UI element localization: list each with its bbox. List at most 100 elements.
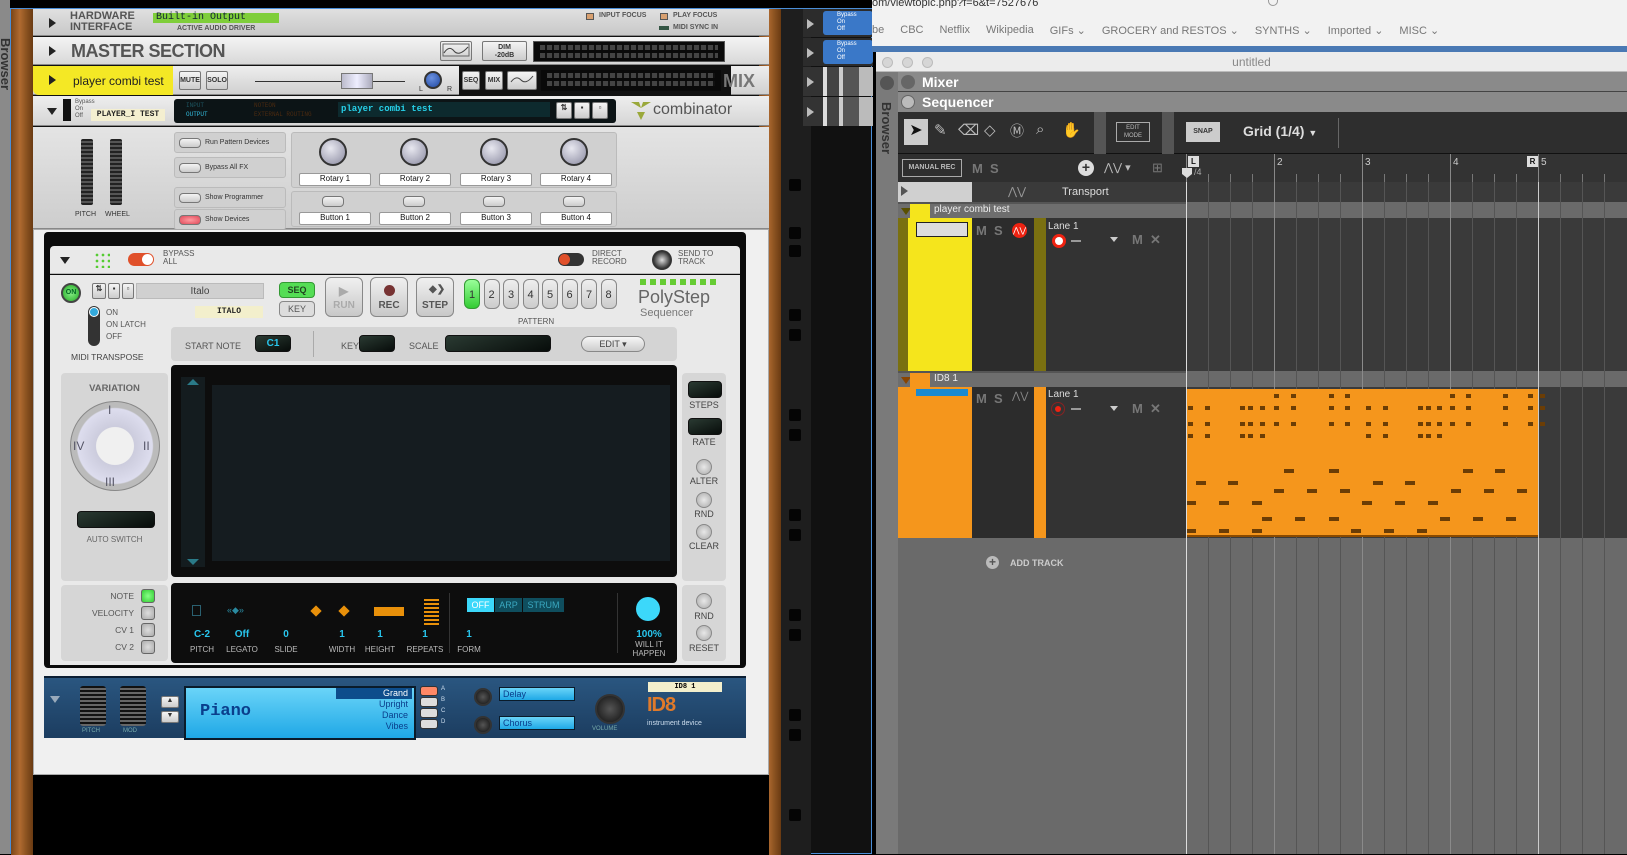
variation-iv[interactable]: IV <box>73 439 84 453</box>
add-lane-icon[interactable]: + <box>1078 160 1094 176</box>
pitch-wheel[interactable] <box>81 139 93 205</box>
lane-select-4[interactable] <box>141 640 155 654</box>
sequencer-toggle[interactable] <box>901 95 915 109</box>
collapse-icon[interactable] <box>60 257 70 264</box>
mixer-toggle[interactable] <box>901 75 915 89</box>
razor-tool-icon[interactable]: ◇ <box>984 121 996 139</box>
device-tape-label[interactable]: ID8 1 <box>648 682 722 692</box>
pattern-button-2[interactable]: 2 <box>483 279 500 309</box>
expand-icon[interactable] <box>807 77 814 87</box>
mixer-bar[interactable]: Mixer <box>898 72 1627 92</box>
fx2-display[interactable]: Chorus <box>499 716 575 730</box>
dim-button[interactable]: DIM -20dB <box>482 41 527 61</box>
side-device-3[interactable] <box>803 67 873 96</box>
collapse-icon[interactable] <box>47 108 57 115</box>
rotary-2-knob[interactable] <box>400 138 428 166</box>
solo-button[interactable]: SOLO <box>206 71 228 90</box>
button-4[interactable] <box>563 196 585 207</box>
button-3-label[interactable]: Button 3 <box>460 212 532 225</box>
patch-arrows[interactable]: ⇅ <box>92 283 106 299</box>
bypass-all-toggle[interactable] <box>128 253 154 266</box>
bookmark-item[interactable]: SYNTHS ⌄ <box>1255 24 1312 38</box>
pattern-button-3[interactable]: 3 <box>503 279 519 309</box>
edit-dropdown[interactable]: EDIT ▾ <box>581 336 645 352</box>
param-value-repeats[interactable]: 1 <box>405 629 445 640</box>
lane-delete-icon[interactable]: ✕ <box>1150 401 1161 417</box>
rnd-button[interactable] <box>696 492 712 508</box>
sequencer-bar[interactable]: Sequencer <box>898 92 1627 112</box>
rotary-2-label[interactable]: Rotary 2 <box>379 173 451 186</box>
expand-icon[interactable] <box>807 48 814 58</box>
lane-select-3[interactable] <box>141 623 155 637</box>
mode-arp[interactable]: ARP <box>495 598 522 612</box>
variation-ii[interactable]: II <box>143 439 150 453</box>
scroll-up-icon[interactable] <box>187 379 199 385</box>
clear-button[interactable] <box>696 524 712 540</box>
lane-delete-icon[interactable]: ✕ <box>1150 232 1161 248</box>
variant-slot-a[interactable] <box>420 686 438 696</box>
lane-mute[interactable]: M <box>1132 401 1143 416</box>
steps-display[interactable] <box>688 381 722 398</box>
button-2[interactable] <box>403 196 425 207</box>
timeline-ruler[interactable]: 2 3 4 5 L R/4 <box>1182 154 1627 182</box>
variant-slot-c[interactable] <box>420 708 438 718</box>
lane-select-2[interactable] <box>141 606 155 620</box>
pencil-tool-icon[interactable]: ✎ <box>934 121 947 139</box>
device-tape-label[interactable]: ITALO <box>195 306 263 318</box>
patch-save[interactable]: ▫ <box>122 283 134 299</box>
show-devices-button[interactable] <box>179 215 201 225</box>
rotary-4-knob[interactable] <box>560 138 588 166</box>
expand-icon[interactable] <box>49 46 56 56</box>
mode-strum[interactable]: STRUM <box>523 598 564 612</box>
variant-upright[interactable]: Upright <box>336 699 412 710</box>
track-1-mute[interactable]: M <box>976 223 987 238</box>
grid-select[interactable]: Grid (1/4) ▼ <box>1243 123 1317 139</box>
lane-dropdown-icon[interactable] <box>1110 237 1118 242</box>
bypass-switch[interactable] <box>63 99 71 121</box>
save-patch-button[interactable]: ▫ <box>592 102 608 119</box>
button-1[interactable] <box>322 196 344 207</box>
track-2-color[interactable] <box>898 387 972 538</box>
mute-button[interactable]: MUTE <box>179 71 201 90</box>
variant-slot-b[interactable] <box>420 697 438 707</box>
variant-grand[interactable]: Grand <box>336 688 412 699</box>
rate-display[interactable] <box>688 418 722 435</box>
scale-display[interactable] <box>445 335 551 352</box>
channel-eq-button[interactable] <box>507 71 537 90</box>
collapse-icon[interactable] <box>50 696 60 703</box>
bookmark-item[interactable]: MISC ⌄ <box>1399 24 1439 38</box>
param-value-pitch[interactable]: C-2 <box>182 629 222 640</box>
rec-button[interactable]: REC <box>370 277 408 317</box>
reset-button[interactable] <box>696 625 712 641</box>
side-device-1[interactable]: Bypass On Off <box>803 9 873 37</box>
track-1-name-bar[interactable]: player combi test <box>898 204 1186 218</box>
rnd-param-button[interactable] <box>696 593 712 609</box>
bookmark-item[interactable]: GROCERY and RESTOS ⌄ <box>1102 24 1239 38</box>
probability-knob[interactable] <box>636 597 660 621</box>
key-mode-button[interactable]: KEY <box>279 301 315 317</box>
patch-name-display[interactable]: Italo <box>136 283 264 299</box>
lane-record-button[interactable] <box>1051 402 1065 416</box>
add-track-icon[interactable]: + <box>986 556 999 569</box>
track-2-rec-enable-icon[interactable]: ⋀⋁ <box>1012 391 1028 402</box>
device-tape-label[interactable]: PLAYER_I TEST <box>91 109 165 121</box>
expand-icon[interactable] <box>49 18 56 28</box>
fx1-display[interactable]: Delay <box>499 687 575 701</box>
url-field[interactable]: om/viewtopic.php?f=6&t=7527676 <box>872 0 1272 8</box>
lane-dropdown-icon[interactable] <box>1110 406 1118 411</box>
right-locator[interactable]: R <box>1527 156 1538 167</box>
key-display[interactable] <box>359 335 395 352</box>
track-1-rec-enable-icon[interactable]: ⋀⋁ <box>1012 223 1027 238</box>
pattern-button-7[interactable]: 7 <box>581 279 597 309</box>
mod-wheel[interactable] <box>110 139 122 205</box>
rotary-1-label[interactable]: Rotary 1 <box>299 173 371 186</box>
browser-toggle[interactable] <box>880 76 894 90</box>
mode-off[interactable]: OFF <box>467 598 494 612</box>
pattern-button-6[interactable]: 6 <box>561 279 578 309</box>
variant-slot-d[interactable] <box>420 719 438 729</box>
side-device-4[interactable] <box>803 97 873 126</box>
audio-driver-display[interactable]: Built-in Output <box>153 13 279 23</box>
rotary-3-label[interactable]: Rotary 3 <box>460 173 532 186</box>
track-1-color[interactable] <box>908 218 972 371</box>
show-devices-row[interactable]: Show Devices <box>174 209 286 230</box>
